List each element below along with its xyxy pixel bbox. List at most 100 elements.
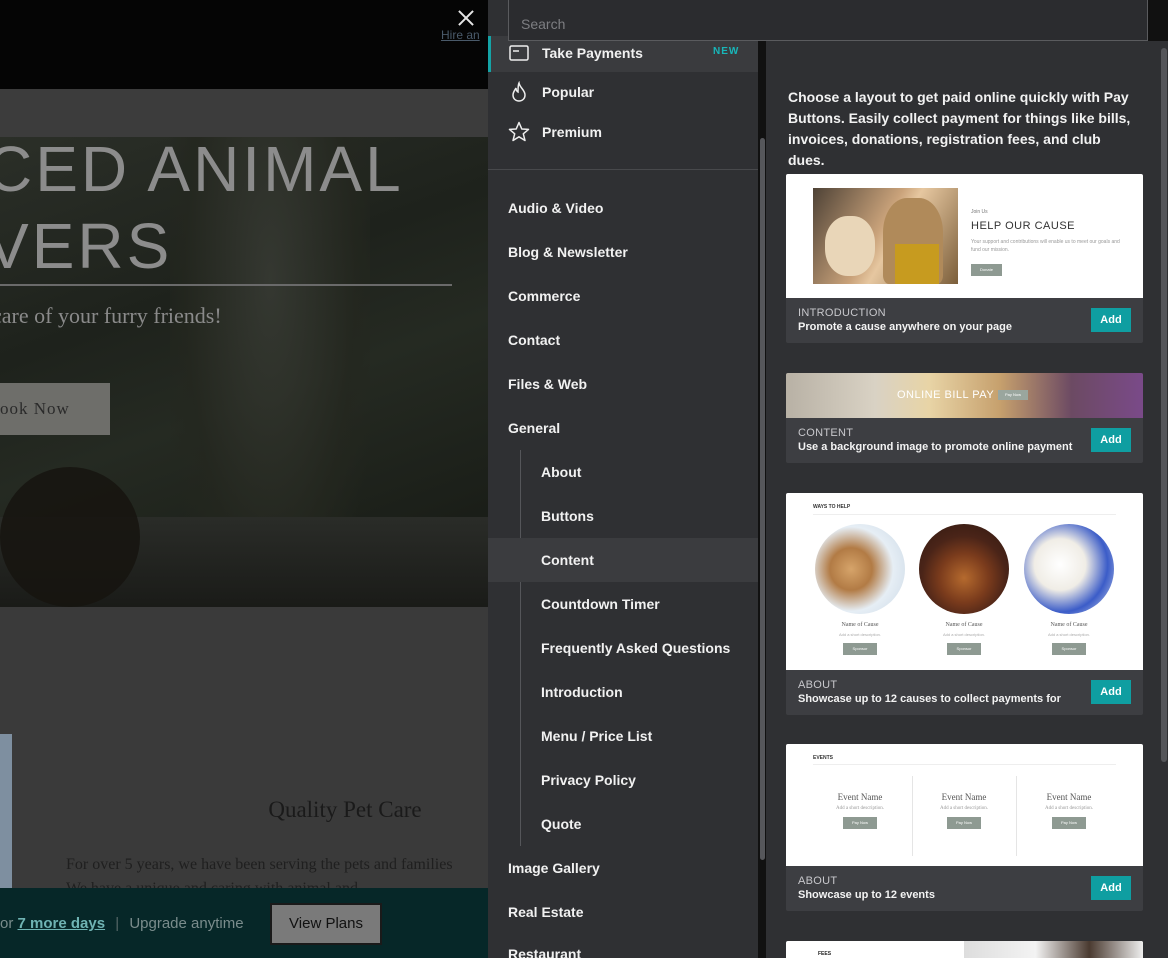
sidebar-subitem-countdown-timer[interactable]: Countdown Timer xyxy=(541,596,660,612)
preview-cause-button: Sponsor xyxy=(947,643,981,655)
sidebar-item-restaurant[interactable]: Restaurant xyxy=(508,946,581,958)
sidebar-subitem-faq[interactable]: Frequently Asked Questions xyxy=(541,640,730,656)
sidebar-scrollbar[interactable] xyxy=(760,138,765,860)
preview-column-divider xyxy=(1016,776,1017,856)
layout-description: Showcase up to 12 events xyxy=(798,889,935,901)
preview-kicker: Join Us xyxy=(971,209,988,215)
sidebar-subitem-about[interactable]: About xyxy=(541,464,581,480)
preview-event-button: Pay Now xyxy=(1052,817,1086,829)
sidebar-subitem-quote[interactable]: Quote xyxy=(541,816,581,832)
layout-card-content[interactable]: ONLINE BILL PAY Pay Now CONTENT Use a ba… xyxy=(786,373,1143,463)
layout-card-footer: ABOUT Showcase up to 12 events Add xyxy=(786,866,1143,911)
section-paragraph-line1: For over 5 years, we have been serving t… xyxy=(66,856,453,873)
close-icon[interactable] xyxy=(454,6,478,30)
add-button[interactable]: Add xyxy=(1091,680,1131,704)
layout-card-about-events[interactable]: EVENTS Event Name Add a short descriptio… xyxy=(786,744,1143,911)
preview-cause-desc: Add a short description. xyxy=(942,632,986,637)
preview-event-button: Pay Now xyxy=(947,817,981,829)
preview-cause-image xyxy=(919,524,1009,614)
hero-section: CED ANIMAL VERS care of your furry frien… xyxy=(0,137,488,607)
layout-category: ABOUT xyxy=(798,875,838,887)
preview-event-desc: Add a short description. xyxy=(835,806,885,811)
layout-preview[interactable]: EVENTS Event Name Add a short descriptio… xyxy=(786,744,1143,866)
add-button[interactable]: Add xyxy=(1091,428,1131,452)
sidebar-subitem-introduction[interactable]: Introduction xyxy=(541,684,623,700)
layout-preview[interactable]: WAYS TO HELP Name of Cause Add a short d… xyxy=(786,493,1143,670)
preview-event-name: Event Name xyxy=(837,792,883,802)
preview-cause-image xyxy=(1024,524,1114,614)
preview-cause-2: Name of Cause Add a short description. S… xyxy=(919,524,1009,655)
layout-preview[interactable]: FEES xyxy=(786,941,1143,958)
preview-title: HELP OUR CAUSE xyxy=(971,220,1075,232)
sidebar-item-contact[interactable]: Contact xyxy=(508,332,560,348)
sidebar-item-general[interactable]: General xyxy=(508,420,560,436)
view-plans-button[interactable]: View Plans xyxy=(270,903,382,945)
trial-separator: | xyxy=(115,915,120,932)
preview-column-divider xyxy=(912,776,913,856)
sidebar-subitem-content[interactable]: Content xyxy=(541,552,594,568)
sidebar-item-image-gallery[interactable]: Image Gallery xyxy=(508,860,600,876)
section-title: Quality Pet Care xyxy=(268,797,422,822)
layout-preview[interactable]: Join Us HELP OUR CAUSE Your support and … xyxy=(786,174,1143,298)
sidebar-item-blog-newsletter[interactable]: Blog & Newsletter xyxy=(508,244,628,260)
layout-category: ABOUT xyxy=(798,679,838,691)
book-now-button[interactable]: ook Now xyxy=(0,383,110,435)
layout-card-footer: INTRODUCTION Promote a cause anywhere on… xyxy=(786,298,1143,343)
preview-photo xyxy=(813,188,958,284)
trial-banner: or 7 more days | Upgrade anytime View Pl… xyxy=(0,888,488,958)
layout-description: Promote a cause anywhere on your page xyxy=(798,321,1012,333)
layout-card-about-causes[interactable]: WAYS TO HELP Name of Cause Add a short d… xyxy=(786,493,1143,715)
layout-description: Use a background image to promote online… xyxy=(798,441,1073,453)
layouts-panel: Choose a layout to get paid online quick… xyxy=(766,41,1168,958)
sidebar-subitem-buttons[interactable]: Buttons xyxy=(541,508,594,524)
sidebar-item-label: Take Payments xyxy=(542,45,643,61)
preview-cause-name: Name of Cause xyxy=(1050,622,1088,628)
preview-title: ONLINE BILL PAY xyxy=(897,389,995,401)
sidebar-item-label: Premium xyxy=(542,124,602,140)
sidebar-subitem-privacy-policy[interactable]: Privacy Policy xyxy=(541,772,636,788)
preview-event-2: Event Name Add a short description. Pay … xyxy=(914,792,1014,829)
sidebar-item-premium[interactable]: Premium xyxy=(508,117,602,147)
flame-icon xyxy=(508,81,530,103)
trial-days-link[interactable]: 7 more days xyxy=(18,915,106,932)
subcategory-active-highlight xyxy=(488,538,758,582)
card-icon xyxy=(508,42,530,64)
sidebar-item-take-payments[interactable]: Take Payments xyxy=(508,38,643,68)
preview-cause-image xyxy=(815,524,905,614)
add-button[interactable]: Add xyxy=(1091,308,1131,332)
preview-cause-button: Sponsor xyxy=(1052,643,1086,655)
layout-card-footer: ABOUT Showcase up to 12 causes to collec… xyxy=(786,670,1143,715)
preview-button: Donate xyxy=(971,264,1002,276)
site-nav-band xyxy=(0,89,488,137)
preview-shirt xyxy=(895,244,939,284)
preview-event-name: Event Name xyxy=(941,792,987,802)
trial-text: or 7 more days | Upgrade anytime xyxy=(0,915,244,932)
background-website: Hire an CED ANIMAL VERS care of your fur… xyxy=(0,0,488,958)
trial-suffix: Upgrade anytime xyxy=(129,915,244,932)
sidebar-item-label: Popular xyxy=(542,84,595,100)
preview-event-button: Pay Now xyxy=(843,817,877,829)
preview-event-1: Event Name Add a short description. Pay … xyxy=(810,792,910,829)
sidebar-subitem-menu-price-list[interactable]: Menu / Price List xyxy=(541,728,652,744)
sidebar-item-real-estate[interactable]: Real Estate xyxy=(508,904,583,920)
preview-cause-desc: Add a short description. xyxy=(1047,632,1091,637)
section-category-sidebar: Take Payments NEW Popular Premium Audio … xyxy=(488,0,758,958)
sidebar-item-popular[interactable]: Popular xyxy=(508,77,594,107)
hire-link[interactable]: Hire an xyxy=(441,28,480,42)
sidebar-item-files-web[interactable]: Files & Web xyxy=(508,376,587,392)
search-input[interactable] xyxy=(508,0,1148,41)
preview-heading: WAYS TO HELP xyxy=(813,504,851,510)
sidebar-item-commerce[interactable]: Commerce xyxy=(508,288,580,304)
hero-divider xyxy=(0,284,452,286)
add-button[interactable]: Add xyxy=(1091,876,1131,900)
preview-cause-name: Name of Cause xyxy=(945,622,983,628)
panel-scrollbar[interactable] xyxy=(1161,48,1167,762)
preview-button: Pay Now xyxy=(998,390,1028,400)
preview-event-desc: Add a short description. xyxy=(939,806,989,811)
site-topbar: Hire an xyxy=(0,0,488,89)
layout-preview[interactable]: ONLINE BILL PAY Pay Now xyxy=(786,373,1143,418)
layout-card-introduction[interactable]: Join Us HELP OUR CAUSE Your support and … xyxy=(786,174,1143,343)
layout-card-fees[interactable]: FEES xyxy=(786,941,1143,958)
sidebar-item-audio-video[interactable]: Audio & Video xyxy=(508,200,603,216)
layout-card-footer: CONTENT Use a background image to promot… xyxy=(786,418,1143,463)
